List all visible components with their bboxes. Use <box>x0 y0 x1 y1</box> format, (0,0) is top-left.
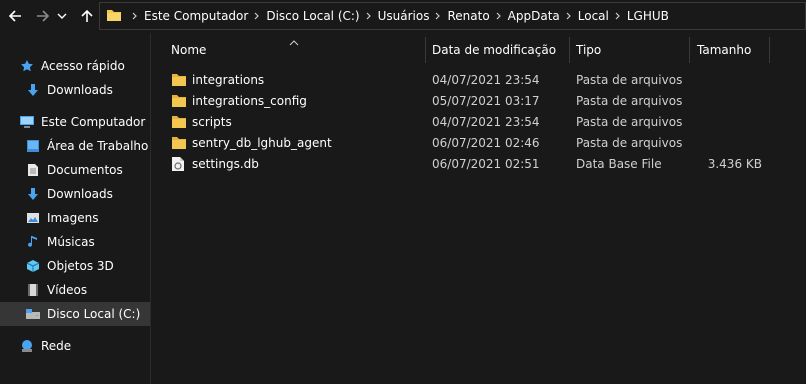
network-icon <box>19 338 35 354</box>
column-divider[interactable] <box>425 37 426 63</box>
breadcrumb-usuarios[interactable]: Usuários <box>378 9 430 23</box>
file-type: Data Base File <box>576 156 662 171</box>
sidebar-item-network[interactable]: Rede <box>0 334 150 358</box>
cube-icon <box>25 258 41 274</box>
sidebar-item-pictures[interactable]: Imagens <box>0 206 150 230</box>
folder-icon <box>171 135 187 151</box>
file-name: settings.db <box>192 156 259 171</box>
sidebar-item-label: Downloads <box>47 83 113 97</box>
breadcrumb-lghub[interactable]: LGHUB <box>627 9 669 23</box>
sort-ascending-icon <box>289 35 299 49</box>
chevron-right-icon[interactable] <box>126 12 144 20</box>
file-type: Pasta de arquivos <box>576 93 683 108</box>
star-icon <box>19 58 35 74</box>
breadcrumb-renato[interactable]: Renato <box>447 9 489 23</box>
download-arrow-icon <box>25 186 41 202</box>
folder-icon <box>171 114 187 130</box>
sidebar-item-label: Objetos 3D <box>47 259 114 273</box>
file-list: Nome Data de modificação Tipo Tamanho in… <box>151 33 806 384</box>
breadcrumb-local[interactable]: Local <box>578 9 609 23</box>
pictures-icon <box>25 210 41 226</box>
folder-icon <box>171 93 187 109</box>
navigation-bar: Este Computador Disco Local (C:) Usuário… <box>0 0 806 33</box>
sidebar-item-quick-access[interactable]: Acesso rápido <box>0 54 150 78</box>
sidebar-item-downloads-quick[interactable]: Downloads <box>0 78 150 102</box>
sidebar-item-videos[interactable]: Vídeos <box>0 278 150 302</box>
back-arrow-icon[interactable] <box>4 5 26 27</box>
document-icon <box>25 162 41 178</box>
sidebar-item-downloads[interactable]: Downloads <box>0 182 150 206</box>
file-size: 3.436 KB <box>707 156 762 171</box>
sidebar-item-label: Acesso rápido <box>41 59 125 73</box>
column-header-name[interactable]: Nome <box>171 33 206 66</box>
file-name: integrations <box>192 72 265 87</box>
table-row[interactable]: settings.db 06/07/2021 02:51 Data Base F… <box>151 153 806 174</box>
sidebar-item-label: Imagens <box>47 211 99 225</box>
sidebar-item-music[interactable]: Músicas <box>0 230 150 254</box>
sidebar-item-label: Este Computador <box>41 115 146 129</box>
sidebar-item-3d-objects[interactable]: Objetos 3D <box>0 254 150 278</box>
file-type: Pasta de arquivos <box>576 114 683 129</box>
folder-icon <box>171 72 187 88</box>
file-date: 06/07/2021 02:46 <box>432 135 540 150</box>
breadcrumb-appdata[interactable]: AppData <box>508 9 560 23</box>
file-date: 04/07/2021 23:54 <box>432 72 540 87</box>
file-type: Pasta de arquivos <box>576 72 683 87</box>
sidebar-item-label: Documentos <box>47 163 123 177</box>
forward-arrow-icon[interactable] <box>32 5 54 27</box>
file-name: sentry_db_lghub_agent <box>192 135 332 150</box>
computer-icon <box>19 114 35 130</box>
chevron-right-icon[interactable] <box>248 12 266 20</box>
breadcrumb-este-computador[interactable]: Este Computador <box>144 9 248 23</box>
column-header-type[interactable]: Tipo <box>576 33 601 66</box>
file-type: Pasta de arquivos <box>576 135 683 150</box>
sidebar-item-label: Downloads <box>47 187 113 201</box>
file-name: integrations_config <box>192 93 307 108</box>
column-divider[interactable] <box>689 37 690 63</box>
file-explorer-window: Este Computador Disco Local (C:) Usuário… <box>0 0 806 384</box>
chevron-right-icon[interactable] <box>560 12 578 20</box>
column-header-size[interactable]: Tamanho <box>697 33 751 66</box>
column-header-date[interactable]: Data de modificação <box>432 33 556 66</box>
chevron-right-icon[interactable] <box>609 12 627 20</box>
table-row[interactable]: scripts 04/07/2021 23:54 Pasta de arquiv… <box>151 111 806 132</box>
sidebar-item-documents[interactable]: Documentos <box>0 158 150 182</box>
music-note-icon <box>25 234 41 250</box>
folder-icon <box>106 8 122 25</box>
chevron-right-icon[interactable] <box>429 12 447 20</box>
up-arrow-icon[interactable] <box>76 5 98 27</box>
file-name: scripts <box>192 114 232 129</box>
download-arrow-icon <box>25 82 41 98</box>
chevron-right-icon[interactable] <box>490 12 508 20</box>
navigation-pane: Acesso rápido Downloads Este Computador … <box>0 33 150 384</box>
chevron-down-icon[interactable] <box>55 5 69 27</box>
sidebar-item-label: Vídeos <box>47 283 88 297</box>
table-row[interactable]: sentry_db_lghub_agent 06/07/2021 02:46 P… <box>151 132 806 153</box>
table-row[interactable]: integrations_config 05/07/2021 03:17 Pas… <box>151 90 806 111</box>
drive-icon <box>25 306 41 322</box>
chevron-right-icon[interactable] <box>360 12 378 20</box>
db-file-icon <box>171 156 187 172</box>
desktop-icon <box>25 138 41 154</box>
breadcrumb-disco-local[interactable]: Disco Local (C:) <box>266 9 359 23</box>
sidebar-item-desktop[interactable]: Área de Trabalho <box>0 134 150 158</box>
file-date: 05/07/2021 03:17 <box>432 93 540 108</box>
sidebar-item-this-pc[interactable]: Este Computador <box>0 110 150 134</box>
video-icon <box>25 282 41 298</box>
sidebar-item-local-disk[interactable]: Disco Local (C:) <box>0 302 150 326</box>
sidebar-item-label: Músicas <box>47 235 95 249</box>
file-date: 04/07/2021 23:54 <box>432 114 540 129</box>
address-bar[interactable]: Este Computador Disco Local (C:) Usuário… <box>99 2 806 30</box>
column-divider[interactable] <box>569 37 570 63</box>
sidebar-item-label: Área de Trabalho <box>47 139 149 153</box>
sidebar-item-label: Disco Local (C:) <box>47 307 141 321</box>
file-date: 06/07/2021 02:51 <box>432 156 540 171</box>
column-divider[interactable] <box>769 37 770 63</box>
sidebar-item-label: Rede <box>41 339 72 353</box>
table-row[interactable]: integrations 04/07/2021 23:54 Pasta de a… <box>151 69 806 90</box>
